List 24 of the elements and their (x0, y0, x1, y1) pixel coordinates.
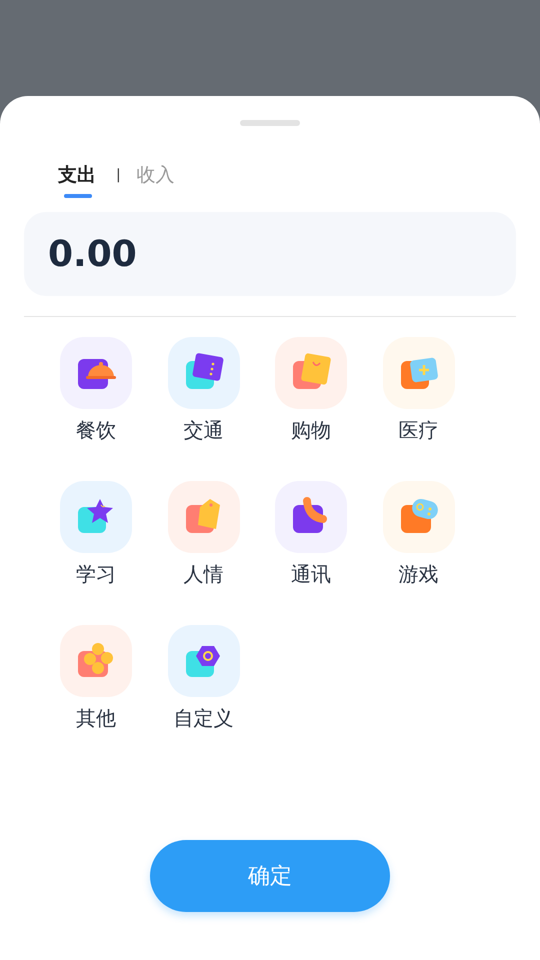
category-tile[interactable] (382, 481, 454, 553)
category-tile[interactable] (168, 481, 240, 553)
category-label[interactable]: 医疗 (398, 415, 438, 445)
category-tile[interactable] (168, 625, 240, 697)
category-label[interactable]: 游戏 (398, 559, 438, 589)
category-label[interactable]: 交通 (184, 415, 224, 445)
category-tile[interactable] (382, 337, 454, 409)
category-label[interactable]: 其他 (76, 703, 116, 733)
category-label[interactable]: 自定义 (174, 703, 234, 733)
category-label[interactable]: 人情 (184, 559, 224, 589)
category-label[interactable]: 学习 (76, 559, 116, 589)
tab[interactable]: 支出 (58, 162, 96, 198)
category-tile[interactable] (275, 481, 347, 553)
drag-handle[interactable] (240, 120, 300, 126)
category-tile[interactable] (275, 337, 347, 409)
category-tile[interactable] (60, 481, 132, 553)
category-tile[interactable] (60, 625, 132, 697)
category-label[interactable]: 购物 (291, 415, 331, 445)
category-label[interactable]: 餐饮 (76, 415, 116, 445)
tab-separator: | (116, 167, 121, 183)
category-label[interactable]: 通讯 (291, 559, 331, 589)
category-tile[interactable] (168, 337, 240, 409)
category-tile[interactable] (60, 337, 132, 409)
amount-field[interactable]: 0.00 (24, 212, 516, 296)
